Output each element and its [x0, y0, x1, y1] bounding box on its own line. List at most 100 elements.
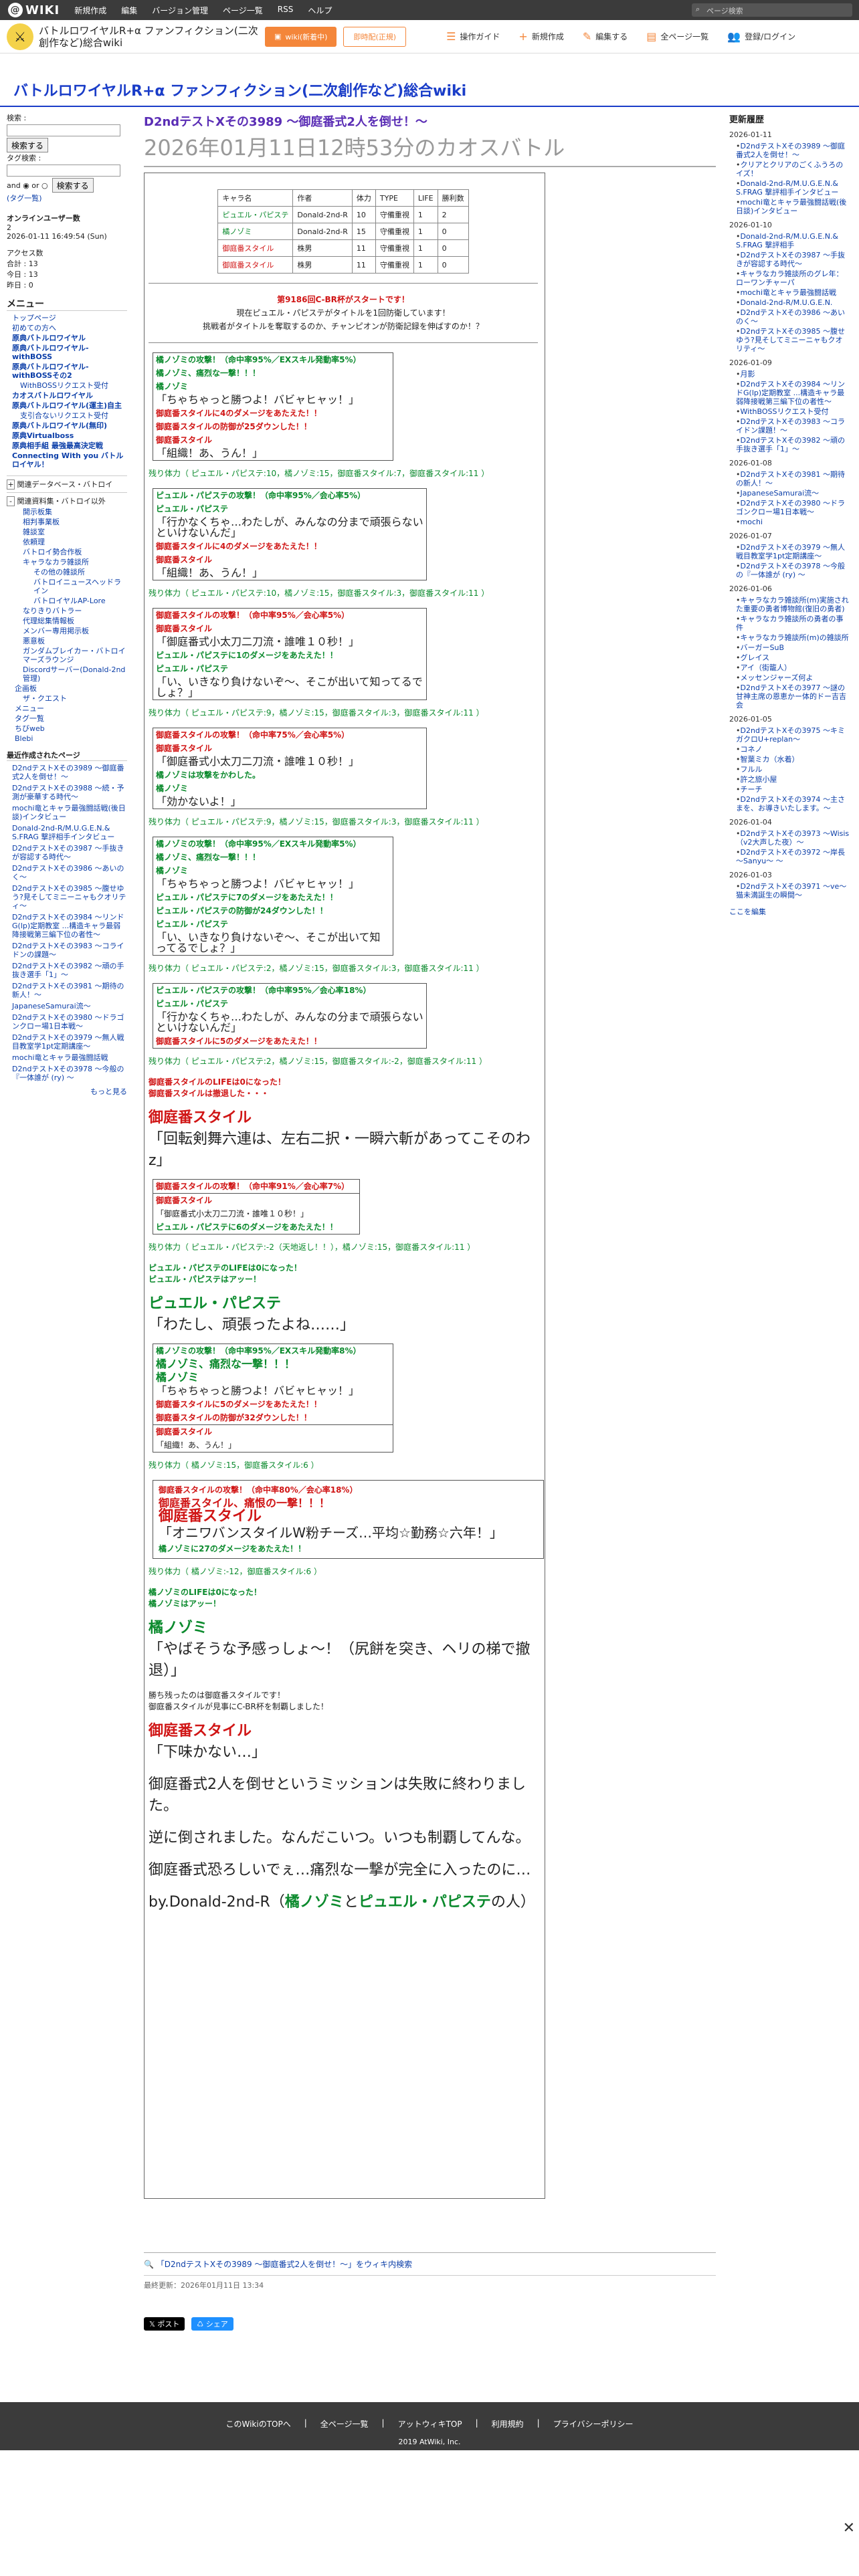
recent-item[interactable]: D2ndテストXその3987 〜手抜きが容認する時代〜 — [12, 844, 124, 861]
search-input[interactable] — [7, 124, 120, 136]
atwiki-logo[interactable]: @ WIKI — [0, 3, 68, 17]
sub-item[interactable]: 相判事業板 — [23, 518, 60, 526]
footer-link[interactable]: このWikiのTOPへ — [226, 2418, 291, 2430]
menu-item[interactable]: 原典バトルロワイヤル(無印) — [12, 421, 107, 430]
sub-title[interactable]: + 関連データベース・バトロイ — [7, 475, 127, 490]
update-item[interactable]: バーガーSuB — [736, 643, 850, 652]
update-item[interactable]: D2ndテストXその3975 〜キミガクロU+replan〜 — [736, 726, 850, 744]
update-item[interactable]: D2ndテストXその3974 〜主さまを、お導きいたします。〜 — [736, 795, 850, 813]
footer-link[interactable]: 利用規約 — [492, 2418, 524, 2430]
sub-item[interactable]: 依頼理 — [23, 538, 45, 546]
recent-item[interactable]: D2ndテストXその3989 〜御庭番式2人を倒せ！〜 — [12, 764, 124, 781]
post-button[interactable]: 𝕏 ポスト — [144, 2317, 185, 2331]
update-item[interactable]: D2ndテストXその3971 〜ve〜猫未満誕生の瞬間〜 — [736, 882, 850, 899]
sub-item[interactable]: タグ一覧 — [15, 714, 44, 723]
login-link[interactable]: 👥 登録/ログイン — [727, 30, 795, 43]
update-item[interactable]: キャラなカラ雑談所(m)実施された重要の勇者博物館(復旧の勇者) — [736, 596, 850, 613]
update-item[interactable]: WithBOSSリクエスト受付 — [736, 407, 850, 416]
update-item[interactable]: D2ndテストXその3984 〜リンドG(lp)定期教室 ...構造キャラ最弱降… — [736, 380, 850, 406]
recent-item[interactable]: D2ndテストXその3988 〜続・予測が豪華する時代〜 — [12, 784, 124, 801]
update-item[interactable]: キャラなカラ雑談所のグレ年：ローワンチャーパ — [736, 270, 850, 287]
footer-link[interactable]: プライバシーポリシー — [553, 2418, 634, 2430]
footer-link[interactable]: 全ページ一覧 — [320, 2418, 369, 2430]
sub-item[interactable]: 悪意板 — [23, 637, 45, 645]
recent-item[interactable]: D2ndテストXその3980 〜ドラゴンクロー場1日本戦〜 — [12, 1013, 124, 1031]
sub-item[interactable]: バトロイヤルAP-Lore — [33, 597, 106, 605]
sub-item[interactable]: メンバー専用掲示板 — [23, 627, 89, 635]
update-item[interactable]: mochi竜とキャラ最強闘話戦 — [736, 288, 850, 297]
menu-item[interactable]: 原典バトルロワイヤル-withBOSSその2 — [12, 362, 89, 380]
update-item[interactable]: 許之旅小屋 — [736, 775, 850, 784]
update-item[interactable]: JapaneseSamurai流〜 — [736, 489, 850, 498]
update-item[interactable]: D2ndテストXその3985 〜腹せゆう?見そしてミニーニャもクオリティ〜 — [736, 327, 850, 353]
expand-icon[interactable]: + — [7, 479, 15, 490]
menu-rss[interactable]: RSS — [278, 5, 294, 16]
menu-item[interactable]: 支引合ないリクエスト受付 — [20, 411, 108, 420]
menu-version[interactable]: バージョン管理 — [152, 5, 208, 16]
search-button[interactable]: 検索する — [7, 138, 49, 152]
sub-item[interactable]: その他の雑談所 — [33, 568, 85, 576]
sub-item[interactable]: メニュー — [15, 704, 44, 713]
update-item[interactable]: D2ndテストXその3982 〜頑の手抜き選手「1」〜 — [736, 436, 850, 453]
recent-item[interactable]: D2ndテストXその3984 〜リンドG(lp)定期教室 ...構造キャラ最弱降… — [12, 913, 124, 939]
recent-item[interactable]: D2ndテストXその3982 〜頑の手抜き選手「1」〜 — [12, 962, 124, 979]
recent-item[interactable]: Donald-2nd-R/M.U.G.E.N.& S.FRAG 撃評相手インタビ… — [12, 824, 114, 841]
event-button[interactable]: 即時配(正規) — [343, 26, 407, 47]
share-button[interactable]: ♺ シェア — [191, 2317, 233, 2331]
menu-item[interactable]: WithBOSSリクエスト受付 — [20, 381, 108, 390]
menu-pages[interactable]: ページ一覧 — [223, 5, 263, 16]
update-item[interactable]: グレイス — [736, 653, 850, 662]
sub-item[interactable]: 開示板集 — [23, 508, 52, 516]
page-title[interactable]: バトルロワイヤルR+α ファンフィクション(二次創作など)総合wiki — [13, 79, 466, 100]
update-item[interactable]: 智葉ミカ（水着） — [736, 755, 850, 764]
sub-item[interactable]: キャラなカラ雑談所 — [23, 558, 89, 566]
update-item[interactable]: D2ndテストXその3989 〜御庭番式2人を倒せ！〜 — [736, 142, 850, 159]
recent-item[interactable]: JapaneseSamurai流〜 — [12, 1002, 91, 1010]
more-link[interactable]: もっと見る — [90, 1087, 127, 1096]
tag-list-link[interactable]: (タグ一覧) — [7, 194, 42, 203]
menu-item[interactable]: 原典相手組 最強最高決定戦 — [12, 441, 103, 450]
wiki-logo-icon[interactable]: ⚔ — [7, 23, 33, 50]
recent-item[interactable]: mochi竜とキャラ最強闘話戦(後日談)インタビュー — [12, 804, 126, 821]
recent-item[interactable]: D2ndテストXその3985 〜腹せゆう?見そしてミニーニャもクオリティ〜 — [12, 884, 126, 910]
update-item[interactable]: D2ndテストXその3987 〜手抜きが容認する時代〜 — [736, 251, 850, 268]
update-item[interactable]: 月影 — [736, 370, 850, 379]
update-item[interactable]: Donald-2nd-R/M.U.G.E.N.& S.FRAG 撃評相手 — [736, 232, 850, 249]
menu-item[interactable]: 原典バトルロワイヤル — [12, 334, 86, 342]
update-item[interactable]: D2ndテストXその3978 〜今般の『一体誰が (ry) 〜 — [736, 562, 850, 579]
update-item[interactable]: D2ndテストXその3981 〜期待の新人！〜 — [736, 470, 850, 488]
menu-item[interactable]: Connecting With you バトルロイヤル！ — [12, 451, 123, 469]
menu-item[interactable]: 初めての方へ — [12, 324, 56, 332]
update-item[interactable]: クリアとクリアのごくふうろのイズ！ — [736, 160, 850, 178]
update-item[interactable]: D2ndテストXその3980 〜ドラゴンクロー場1日本戦〜 — [736, 499, 850, 516]
update-item[interactable]: mochi竜とキャラ最強闘話戦(後日談)インタビュー — [736, 198, 850, 215]
sub-item[interactable]: 代理総集情報板 — [23, 617, 74, 625]
sub-item[interactable]: ザ・クエスト — [23, 694, 67, 703]
allpages-link[interactable]: ▤ 全ページ一覧 — [646, 30, 708, 43]
sub-title2[interactable]: - 関連資料集・バトロイ以外 — [7, 492, 127, 506]
menu-help[interactable]: ヘルプ — [308, 5, 332, 16]
update-item[interactable]: D2ndテストXその3977 〜謎の甘神主席の恩恵かー体的ドー吉吉会 — [736, 683, 850, 710]
recent-item[interactable]: D2ndテストXその3979 〜無人戦目教室学1pt定期講座〜 — [12, 1033, 124, 1051]
sub-item[interactable]: Discordサーバー(Donald-2nd管理) — [23, 665, 125, 683]
menu-item[interactable]: 原典Virtualboss — [12, 431, 74, 440]
update-item[interactable]: アイ（街籠人） — [736, 663, 850, 672]
tag-input[interactable] — [7, 165, 120, 177]
wiki-new-button[interactable]: ▣ wiki(新着中) — [265, 26, 337, 47]
collapse-icon[interactable]: - — [7, 496, 15, 506]
sub-item[interactable]: ちびweb — [15, 724, 45, 733]
update-item[interactable]: キャラなカラ雑談所の勇者の事件 — [736, 615, 850, 632]
update-item[interactable]: Donald-2nd-R/M.U.G.E.N.& S.FRAG 撃評相手インタビ… — [736, 179, 850, 197]
edit-here-link[interactable]: ここを編集 — [729, 907, 766, 916]
edit-link[interactable]: ✎ 編集する — [583, 30, 628, 43]
update-item[interactable]: mochi — [736, 518, 850, 526]
menu-item[interactable]: カオスバトルロワイヤル — [12, 391, 93, 400]
recent-item[interactable]: D2ndテストXその3978 〜今般の『一体誰が (ry) 〜 — [12, 1065, 124, 1082]
menu-edit[interactable]: 編集 — [121, 5, 137, 16]
sub-item[interactable]: ガンダムブレイカー・バトロイマーズラウンジ — [23, 647, 126, 664]
update-item[interactable]: フルル — [736, 765, 850, 774]
wiki-search-link[interactable]: 「D2ndテストXその3989 〜御庭番式2人を倒せ！〜」をウィキ内検索 — [157, 2260, 412, 2269]
menu-item[interactable]: 原典バトルロワイヤル-withBOSS — [12, 344, 89, 361]
update-item[interactable]: D2ndテストXその3972 〜岸長 〜Sanyu〜 〜 — [736, 848, 850, 865]
sub-item[interactable]: なりきりバトラー — [23, 607, 82, 615]
